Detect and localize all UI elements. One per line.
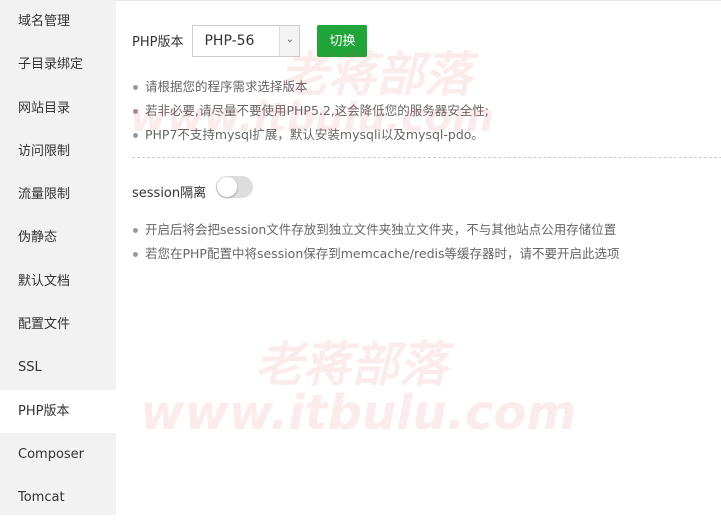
watermark-logo: 老蒋部落 bbox=[255, 337, 448, 393]
bullet-icon bbox=[133, 228, 138, 233]
sidebar-item-access[interactable]: 访问限制 bbox=[0, 130, 116, 173]
php-version-value: PHP-56 bbox=[204, 32, 255, 49]
list-item: 若您在PHP配置中将session保存到memcache/redis等缓存器时，… bbox=[132, 242, 620, 266]
bullet-icon bbox=[133, 252, 138, 257]
note-text: 开启后将会把session文件存放到独立文件夹独立文件夹，不与其他站点公用存储位… bbox=[145, 222, 617, 237]
watermark-url: www.itbulu.com bbox=[140, 385, 577, 441]
list-item: 若非必要,请尽量不要使用PHP5.2,这会降低您的服务器安全性; bbox=[132, 99, 489, 123]
bullet-icon bbox=[133, 85, 138, 90]
sidebar-item-tomcat[interactable]: Tomcat bbox=[0, 476, 116, 519]
sidebar-item-traffic[interactable]: 流量限制 bbox=[0, 173, 116, 216]
session-isolation-label: session隔离 bbox=[132, 186, 207, 201]
php-notes: 请根据您的程序需求选择版本 若非必要,请尽量不要使用PHP5.2,这会降低您的服… bbox=[132, 75, 489, 147]
php-version-select[interactable]: PHP-56 ⌄ bbox=[192, 24, 301, 57]
note-text: 若您在PHP配置中将session保存到memcache/redis等缓存器时，… bbox=[145, 246, 620, 261]
list-item: 开启后将会把session文件存放到独立文件夹独立文件夹，不与其他站点公用存储位… bbox=[132, 218, 620, 242]
list-item: 请根据您的程序需求选择版本 bbox=[132, 75, 489, 99]
switch-button[interactable]: 切换 bbox=[317, 24, 368, 57]
sidebar-item-site-dir[interactable]: 网站目录 bbox=[0, 87, 116, 130]
sidebar-item-composer[interactable]: Composer bbox=[0, 433, 116, 476]
sidebar-item-domain[interactable]: 域名管理 bbox=[0, 0, 116, 43]
sidebar-item-ssl[interactable]: SSL bbox=[0, 346, 116, 389]
list-item: PHP7不支持mysql扩展，默认安装mysqli以及mysql-pdo。 bbox=[132, 123, 489, 147]
sidebar-item-php-version[interactable]: PHP版本 bbox=[0, 389, 116, 433]
sidebar-item-subdir[interactable]: 子目录绑定 bbox=[0, 43, 116, 86]
chevron-down-icon: ⌄ bbox=[279, 25, 300, 56]
dashed-divider bbox=[132, 157, 721, 158]
bullet-icon bbox=[133, 109, 138, 114]
note-text: 请根据您的程序需求选择版本 bbox=[145, 79, 308, 94]
sidebar-item-default-doc[interactable]: 默认文档 bbox=[0, 260, 116, 303]
session-notes: 开启后将会把session文件存放到独立文件夹独立文件夹，不与其他站点公用存储位… bbox=[132, 218, 620, 266]
note-text: PHP7不支持mysql扩展，默认安装mysqli以及mysql-pdo。 bbox=[145, 127, 484, 142]
divider bbox=[116, 0, 721, 3]
bullet-icon bbox=[133, 133, 138, 138]
session-isolation-toggle[interactable] bbox=[216, 175, 254, 198]
sidebar-item-rewrite[interactable]: 伪静态 bbox=[0, 216, 116, 259]
php-version-label: PHP版本 bbox=[132, 35, 184, 50]
sidebar-item-config[interactable]: 配置文件 bbox=[0, 303, 116, 346]
sidebar: 域名管理 子目录绑定 网站目录 访问限制 流量限制 伪静态 默认文档 配置文件 … bbox=[0, 0, 116, 515]
note-text: 若非必要,请尽量不要使用PHP5.2,这会降低您的服务器安全性; bbox=[145, 103, 490, 118]
toggle-knob bbox=[217, 176, 238, 197]
